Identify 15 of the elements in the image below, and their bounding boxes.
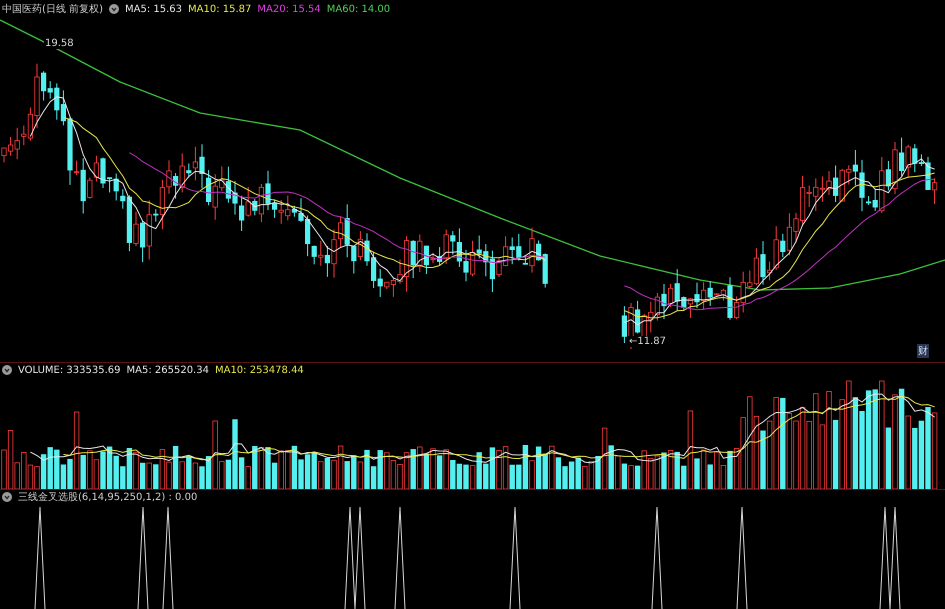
settings-icon[interactable] (2, 365, 12, 375)
stock-title: 中国医药(日线 前复权) (2, 2, 103, 16)
indicator-title: 三线金叉选股(6,14,95,250,1,2) : 0.00 (18, 490, 198, 504)
finance-badge[interactable]: 财 (917, 344, 929, 358)
legend-label: MA20: 15.54 (257, 4, 321, 14)
legend-label: MA5: 265520.34 (126, 364, 209, 376)
legend-label: VOLUME: 333535.69 (18, 364, 120, 376)
settings-icon[interactable] (108, 4, 119, 14)
legend-label: MA5: 15.63 (124, 4, 182, 14)
high-price-label: 19.58 (44, 38, 75, 49)
settings-icon[interactable] (2, 492, 12, 502)
legend-label: MA10: 253478.44 (214, 364, 304, 376)
legend-label: MA10: 15.87 (188, 4, 252, 14)
legend-label: MA60: 14.00 (326, 4, 390, 14)
low-price-label: ←11.87 (628, 336, 668, 347)
